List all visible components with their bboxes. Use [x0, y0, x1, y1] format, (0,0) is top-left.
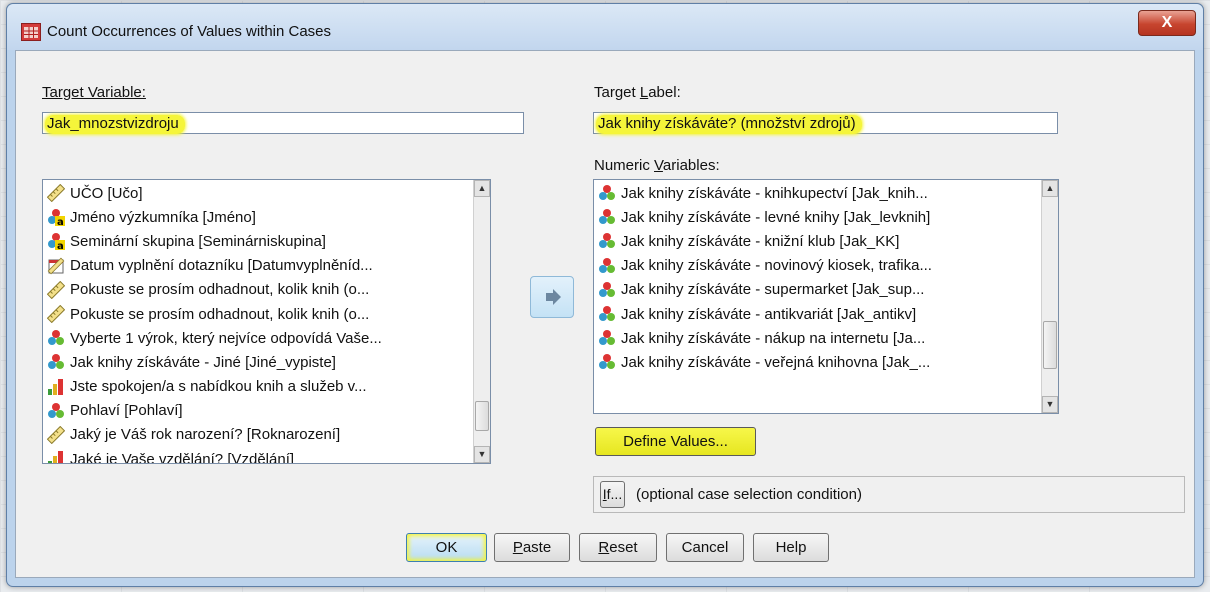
- nominal-icon: [598, 257, 616, 275]
- source-list-scroll-thumb[interactable]: [475, 400, 489, 431]
- target-variable-label: Target Variable:: [42, 84, 146, 101]
- nominal-string-icon: a: [47, 208, 65, 228]
- scale-ruler-icon: [46, 280, 66, 300]
- list-item[interactable]: UČO [Učo]: [43, 181, 490, 205]
- ordinal-icon: [47, 378, 65, 396]
- nominal-icon: [598, 208, 616, 226]
- list-item-label: Jak knihy získáváte - knižní klub [Jak_K…: [621, 232, 900, 250]
- list-item[interactable]: Jak knihy získáváte - antikvariát [Jak_a…: [594, 302, 1058, 326]
- arrow-right-icon: [546, 289, 561, 305]
- list-item[interactable]: Jak knihy získáváte - supermarket [Jak_s…: [594, 278, 1058, 302]
- source-list-scrollbar[interactable]: ▲ ▼: [473, 180, 490, 463]
- ordinal-icon: [47, 450, 65, 463]
- scroll-down-arrow-icon[interactable]: ▼: [474, 446, 490, 463]
- list-item[interactable]: Jaký je Váš rok narození? [Roknarození]: [43, 423, 490, 447]
- define-values-button[interactable]: Define Values...: [595, 427, 756, 456]
- list-item-label: Jaký je Váš rok narození? [Roknarození]: [70, 426, 341, 444]
- list-item[interactable]: Pokuste se prosím odhadnout, kolik knih …: [43, 302, 490, 326]
- list-item-label: Jak knihy získáváte - Jiné [Jiné_vypiste…: [70, 353, 336, 371]
- reset-button[interactable]: Reset: [579, 533, 657, 562]
- list-item-label: Jak knihy získáváte - novinový kiosek, t…: [621, 257, 932, 275]
- list-item[interactable]: a Jméno výzkumníka [Jméno]: [43, 205, 490, 229]
- list-item[interactable]: Jak knihy získáváte - veřejná knihovna […: [594, 350, 1058, 374]
- list-item-label: Seminární skupina [Seminárniskupina]: [70, 232, 326, 250]
- nominal-icon: [598, 281, 616, 299]
- target-label-value: Jak knihy získáváte? (množství zdrojů): [596, 115, 862, 134]
- paste-button[interactable]: Paste: [494, 533, 570, 562]
- nominal-icon: [598, 184, 616, 202]
- list-item[interactable]: Jak knihy získáváte - knižní klub [Jak_K…: [594, 229, 1058, 253]
- nominal-icon: [47, 402, 65, 420]
- numeric-list-scroll-thumb[interactable]: [1043, 320, 1057, 369]
- list-item[interactable]: Jste spokojen/a s nabídkou knih a služeb…: [43, 375, 490, 399]
- list-item-label: Jak knihy získáváte - knihkupectví [Jak_…: [621, 184, 928, 202]
- nominal-icon: [47, 353, 65, 371]
- cancel-button[interactable]: Cancel: [666, 533, 744, 562]
- nominal-string-icon: a: [47, 232, 65, 252]
- list-item-label: Jaké je Vaše vzdělání? [Vzdělání]: [70, 450, 295, 464]
- list-item-label: Jak knihy získáváte - veřejná knihovna […: [621, 353, 931, 371]
- list-item-label: Jak knihy získáváte - supermarket [Jak_s…: [621, 281, 925, 299]
- list-item-label: Jméno výzkumníka [Jméno]: [70, 208, 256, 226]
- list-item[interactable]: Pokuste se prosím odhadnout, kolik knih …: [43, 278, 490, 302]
- date-icon: [47, 257, 65, 275]
- list-item[interactable]: Vyberte 1 výrok, který nejvíce odpovídá …: [43, 326, 490, 350]
- spss-app-icon: [21, 23, 41, 41]
- nominal-icon: [47, 329, 65, 347]
- list-item[interactable]: Jak knihy získáváte - knihkupectví [Jak_…: [594, 181, 1058, 205]
- condition-text: (optional case selection condition): [636, 486, 862, 503]
- numeric-variables-label: Numeric Variables:: [594, 157, 720, 174]
- svg-text:a: a: [57, 241, 64, 250]
- scroll-up-arrow-icon[interactable]: ▲: [474, 180, 490, 197]
- list-item-label: Vyberte 1 výrok, který nejvíce odpovídá …: [70, 329, 382, 347]
- scale-ruler-icon: [46, 183, 66, 203]
- numeric-variables-list[interactable]: Jak knihy získáváte - knihkupectví [Jak_…: [593, 179, 1059, 414]
- scroll-down-arrow-icon[interactable]: ▼: [1042, 396, 1058, 413]
- list-item-label: UČO [Učo]: [70, 184, 143, 202]
- list-item-label: Jste spokojen/a s nabídkou knih a služeb…: [70, 378, 367, 396]
- nominal-icon: [598, 353, 616, 371]
- list-item[interactable]: a Seminární skupina [Seminárniskupina]: [43, 229, 490, 253]
- list-item[interactable]: Pohlaví [Pohlaví]: [43, 399, 490, 423]
- list-item-label: Datum vyplnění dotazníku [Datumvyplněníd…: [70, 257, 373, 275]
- nominal-icon: [598, 329, 616, 347]
- list-item[interactable]: Datum vyplnění dotazníku [Datumvyplněníd…: [43, 254, 490, 278]
- close-button[interactable]: X: [1138, 10, 1196, 36]
- move-variable-button[interactable]: [530, 276, 574, 318]
- list-item-label: Pokuste se prosím odhadnout, kolik knih …: [70, 281, 370, 299]
- list-item-label: Jak knihy získáváte - nákup na internetu…: [621, 329, 926, 347]
- dialog-window: Count Occurrences of Values within Cases…: [6, 3, 1204, 587]
- list-item[interactable]: Jak knihy získáváte - Jiné [Jiné_vypiste…: [43, 350, 490, 374]
- ok-button[interactable]: OK: [406, 533, 487, 562]
- title-bar[interactable]: Count Occurrences of Values within Cases…: [7, 4, 1203, 50]
- svg-text:a: a: [57, 217, 64, 226]
- list-item-label: Pokuste se prosím odhadnout, kolik knih …: [70, 305, 370, 323]
- window-title: Count Occurrences of Values within Cases: [47, 23, 332, 40]
- target-variable-input[interactable]: Jak_mnozstvizdroju: [42, 112, 524, 134]
- scale-ruler-icon: [46, 304, 66, 324]
- if-button[interactable]: If...: [600, 481, 625, 508]
- target-label-label: Target Label:: [594, 84, 681, 101]
- dialog-client-area: Target Variable: Jak_mnozstvizdroju Targ…: [15, 50, 1195, 578]
- list-item[interactable]: Jak knihy získáváte - nákup na internetu…: [594, 326, 1058, 350]
- list-item[interactable]: Jaké je Vaše vzdělání? [Vzdělání]: [43, 447, 490, 464]
- list-item-label: Jak knihy získáváte - antikvariát [Jak_a…: [621, 305, 917, 323]
- nominal-icon: [598, 232, 616, 250]
- nominal-icon: [598, 305, 616, 323]
- help-button[interactable]: Help: [753, 533, 829, 562]
- scroll-up-arrow-icon[interactable]: ▲: [1042, 180, 1058, 197]
- target-variable-value: Jak_mnozstvizdroju: [45, 115, 185, 134]
- source-variables-list[interactable]: UČO [Učo] a Jméno výzkumníka [Jméno] a Semin…: [42, 179, 491, 464]
- list-item-label: Pohlaví [Pohlaví]: [70, 402, 183, 420]
- target-label-input[interactable]: Jak knihy získáváte? (množství zdrojů): [593, 112, 1058, 134]
- condition-panel: If... (optional case selection condition…: [593, 476, 1185, 513]
- list-item[interactable]: Jak knihy získáváte - novinový kiosek, t…: [594, 254, 1058, 278]
- scale-ruler-icon: [46, 425, 66, 445]
- numeric-list-scrollbar[interactable]: ▲ ▼: [1041, 180, 1058, 413]
- list-item-label: Jak knihy získáváte - levné knihy [Jak_l…: [621, 208, 931, 226]
- list-item[interactable]: Jak knihy získáváte - levné knihy [Jak_l…: [594, 205, 1058, 229]
